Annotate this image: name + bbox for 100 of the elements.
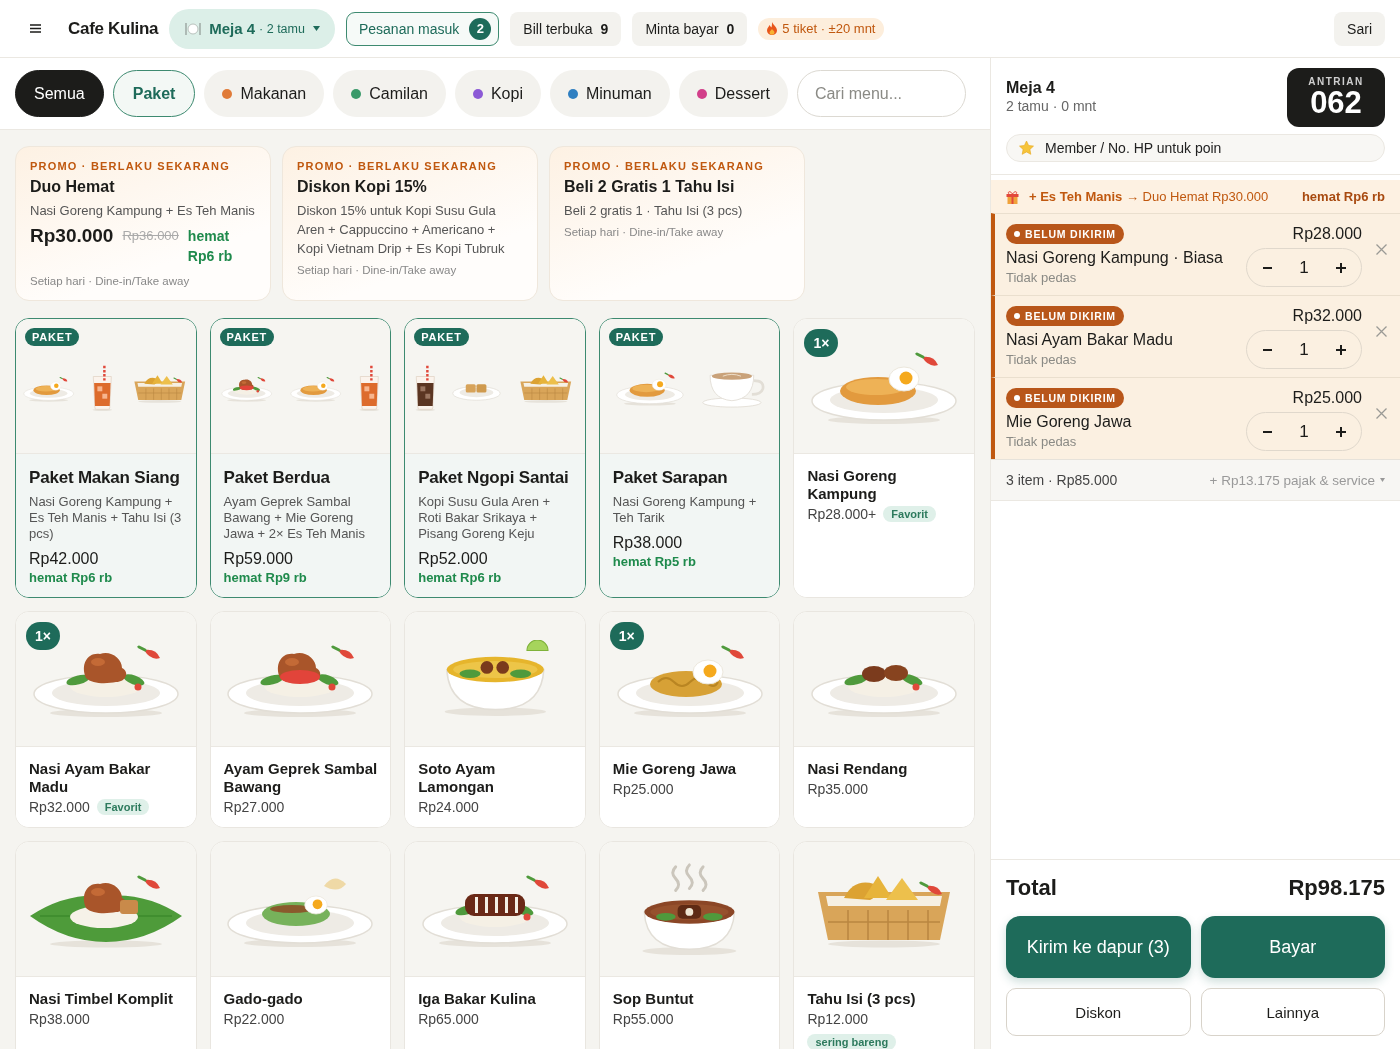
promo-title: Duo Hemat [30, 178, 115, 196]
quantity-badge: 1× [609, 622, 644, 650]
menu-price: Rp25.000 [612, 781, 674, 797]
menu-price: Rp55.000 [612, 1011, 674, 1027]
menu-price: Rp38.000 [29, 1011, 90, 1027]
minus-icon [1262, 430, 1272, 433]
tag-label: Favorit [883, 506, 936, 522]
fried-rice-plate-drawing [288, 374, 344, 402]
menu-card[interactable]: Ayam Geprek Sambal Bawang Rp27.000 [209, 611, 392, 828]
caret-icon [1380, 478, 1385, 482]
status-button[interactable]: Bill terbuka 9 [510, 11, 622, 46]
package-badge: PAKET [608, 328, 664, 346]
tax-service-text: + Rp13.175 pajak & service [1209, 472, 1375, 488]
menu-name: Nasi Goreng Kampung [807, 467, 898, 503]
promo-title: Diskon Kopi 15% [297, 178, 427, 196]
menu-price: Rp22.000 [223, 1011, 285, 1027]
primary-button[interactable]: Bayar [1200, 916, 1385, 978]
item-note: Tidak pedas [1006, 433, 1077, 451]
menu-card[interactable]: 1× Nasi Ayam Bakar Madu Rp32.000 Favorit [15, 611, 197, 828]
caret-icon [312, 26, 320, 31]
quantity-value: 1 [1299, 339, 1309, 360]
promo-description: Beli 2 gratis 1 · Tahu Isi (3 pcs) [564, 202, 743, 220]
item-count-text: 3 item · Rp85.000 [1006, 472, 1118, 488]
menu-name: Tahu Isi (3 pcs) [807, 990, 916, 1008]
filter-chip[interactable]: Semua [15, 70, 104, 117]
menu-card[interactable]: Sop Buntut Rp55.000 [598, 841, 781, 1049]
promo-schedule: Setiap hari · Dine-in/Take away [297, 264, 457, 276]
search-field[interactable]: Cari menu... [796, 70, 966, 117]
saving-text: hemat Rp6 rb [1301, 189, 1385, 204]
tag-label: sering bareng [807, 1034, 897, 1049]
status-text: BELUM DIKIRIM [1025, 391, 1116, 406]
flame-icon [767, 22, 778, 35]
menu-description: Ayam Geprek Sambal Bawang + Mie Goreng Jawa + 2× Es Teh Manis [223, 494, 366, 542]
secondary-button[interactable]: Diskon [1006, 988, 1191, 1036]
menu-button[interactable] [30, 24, 41, 33]
item-name: Nasi Ayam Bakar Madu [1006, 330, 1173, 350]
filter-chip[interactable]: Makanan [204, 70, 325, 117]
member-field[interactable]: Member / No. HP untuk poin [1006, 134, 1385, 162]
menu-name: Paket Ngopi Santai [418, 467, 569, 489]
menu-card[interactable]: Nasi Timbel Komplit Rp38.000 [15, 841, 197, 1049]
filter-chip[interactable]: Camilan [333, 70, 446, 117]
item-name: Nasi Goreng Kampung · Biasa [1006, 248, 1223, 268]
menu-name: Nasi Timbel Komplit [29, 990, 173, 1008]
promo-card[interactable]: PROMO · BERLAKU SEKARANG Duo Hemat Nasi Goreng Kampung + Es Teh Manis Rp30.000 Rp36.000 hemat Rp6 rb Setiap hari · Dine-in/Take away [15, 146, 271, 301]
promo-schedule: Setiap hari · Dine-in/Take away [30, 275, 190, 287]
plate-cutlery-icon [185, 21, 202, 36]
package-card[interactable]: PAKET Paket Ngopi Santai Kopi Susu Gula Aren + Roti Bakar Srikaya + Pisang Goreng Keju Rp52.000 hemat Rp6 rb [404, 318, 586, 598]
promo-suggestion-bar[interactable]: + Es Teh Manis → Duo Hemat Rp30.000 hemat Rp6 rb [991, 180, 1400, 213]
filter-chip[interactable]: Dessert [678, 70, 788, 117]
menu-card[interactable]: Iga Bakar Kulina Rp65.000 [404, 841, 586, 1049]
item-note: Tidak pedas [1006, 269, 1077, 287]
filter-chip[interactable]: Kopi [454, 70, 541, 117]
menu-name: Paket Makan Siang [29, 467, 180, 489]
quantity-value: 1 [1299, 257, 1309, 278]
filter-chip[interactable]: Paket [112, 70, 196, 117]
package-badge: PAKET [25, 328, 80, 346]
saving-text: hemat Rp6 rb [187, 227, 234, 266]
close-icon [1375, 244, 1387, 255]
old-price: Rp36.000 [122, 227, 179, 245]
incoming-orders-button[interactable]: Pesanan masuk 2 [345, 11, 500, 46]
filter-chip[interactable]: Minuman [549, 70, 670, 117]
menu-card[interactable]: Tahu Isi (3 pcs) Rp12.000 sering bareng [793, 841, 975, 1049]
menu-description: Nasi Goreng Kampung + Teh Tarik [612, 494, 758, 526]
menu-card[interactable]: 1× Mie Goreng Jawa Rp25.000 [598, 611, 781, 828]
menu-card[interactable]: Gado-gado Rp22.000 [209, 841, 392, 1049]
table-selector[interactable]: Meja 4 · 2 tamu [169, 8, 335, 49]
close-icon [1375, 326, 1387, 337]
package-card[interactable]: PAKET Paket Makan Siang Nasi Goreng Kampung + Es Teh Manis + Tahu Isi (3 pcs) Rp42.000 hemat Rp6 rb [15, 318, 197, 598]
menu-card[interactable]: 1× Nasi Goreng Kampung Rp28.000+ Favorit [793, 318, 975, 598]
promo-card[interactable]: PROMO · BERLAKU SEKARANG Diskon Kopi 15% Diskon 15% untuk Kopi Susu Gula Aren + Cappuccino + Americano + Kopi Vietnam Drip + Es Kopi Tubruk Setiap hari · Dine-in/Take away [282, 146, 538, 301]
status-dot-icon [1014, 313, 1020, 319]
item-note: Tidak pedas [1006, 351, 1077, 369]
promo-label: PROMO · BERLAKU SEKARANG [564, 160, 764, 172]
secondary-button[interactable]: Lainnya [1200, 988, 1385, 1036]
count-badge: 2 [469, 17, 492, 40]
table-name: Meja 4 [1006, 79, 1056, 97]
menu-card[interactable]: Nasi Rendang Rp35.000 [793, 611, 975, 828]
plus-icon [1336, 344, 1346, 355]
menu-price: Rp38.000 [612, 534, 683, 552]
menu-description: Nasi Goreng Kampung + Es Teh Manis + Tahu Isi (3 pcs) [29, 494, 183, 542]
promo-card[interactable]: PROMO · BERLAKU SEKARANG Beli 2 Gratis 1 Tahu Isi Beli 2 gratis 1 · Tahu Isi (3 pcs) Setiap hari · Dine-in/Take away [549, 146, 805, 301]
package-card[interactable]: PAKET Paket Sarapan Nasi Goreng Kampung + Teh Tarik Rp38.000 hemat Rp5 rb [598, 318, 781, 598]
saving-text: hemat Rp6 rb [418, 570, 502, 585]
status-button[interactable]: Minta bayar 0 [632, 11, 748, 46]
promo-label: PROMO · BERLAKU SEKARANG [30, 160, 230, 172]
saving-text: hemat Rp6 rb [29, 570, 113, 585]
package-card[interactable]: PAKET Paket Berdua Ayam Geprek Sambal Bawang + Mie Goreng Jawa + 2× Es Teh Manis Rp59.000 hemat Rp9 rb [209, 318, 392, 598]
menu-card[interactable]: Soto Ayam Lamongan Rp24.000 [404, 611, 586, 828]
star-icon [1019, 141, 1034, 155]
tag-label: Favorit [96, 799, 150, 815]
minus-icon [1262, 266, 1272, 269]
promo-description: Nasi Goreng Kampung + Es Teh Manis [30, 202, 255, 220]
saving-text: hemat Rp9 rb [223, 570, 307, 585]
menu-name: Nasi Rendang [807, 760, 908, 778]
menu-price: Rp42.000 [29, 550, 99, 568]
menu-name: Paket Sarapan [612, 467, 728, 489]
promo-schedule: Setiap hari · Dine-in/Take away [564, 226, 724, 238]
user-button[interactable]: Sari [1334, 11, 1385, 46]
primary-button[interactable]: Kirim ke dapur (3) [1006, 916, 1191, 978]
kitchen-status-text: 5 tiket · ±20 mnt [782, 21, 876, 36]
